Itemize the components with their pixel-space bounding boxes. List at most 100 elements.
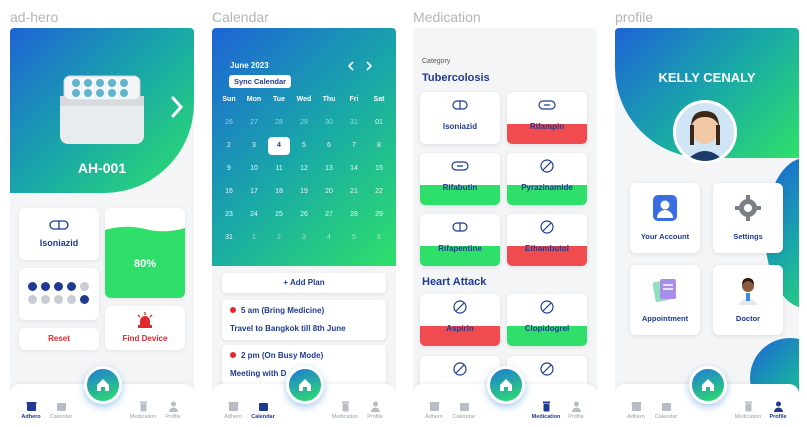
avatar[interactable]: [673, 100, 737, 164]
calendar-day[interactable]: 15: [368, 165, 390, 172]
calendar-day[interactable]: 29: [293, 119, 315, 126]
calendar-day[interactable]: 27: [318, 211, 340, 218]
calendar-day[interactable]: 6: [318, 142, 340, 149]
chevron-left-icon[interactable]: [347, 61, 355, 71]
nav-adhero[interactable]: Adhero: [218, 400, 248, 420]
nav-profile-label: Profile: [568, 414, 584, 420]
calendar-day[interactable]: 22: [368, 188, 390, 195]
calendar-day[interactable]: 31: [343, 119, 365, 126]
nav-profile[interactable]: Profile: [360, 400, 390, 420]
calendar-day[interactable]: 7: [343, 142, 365, 149]
doctor-card[interactable]: Doctor: [713, 265, 783, 335]
nav-calendar[interactable]: Calendar: [449, 400, 479, 420]
medication-card[interactable]: Rifapentine: [420, 214, 500, 266]
calendar-day[interactable]: 14: [343, 165, 365, 172]
nav-profile[interactable]: Profile: [561, 400, 591, 420]
medication-card[interactable]: Rifabutin: [420, 153, 500, 205]
calendar-day[interactable]: 18: [268, 188, 290, 195]
event-time: 5 am (Bring Medicine): [230, 306, 324, 315]
medication-name: Clopidogrel: [524, 324, 570, 333]
nav-calendar[interactable]: Calendar: [651, 400, 681, 420]
calendar-day[interactable]: 11: [268, 165, 290, 172]
calendar-day[interactable]: 10: [243, 165, 265, 172]
calendar-day[interactable]: 25: [268, 211, 290, 218]
medication-card[interactable]: Rifampin: [507, 92, 587, 144]
nav-adhero[interactable]: Adhero: [621, 400, 651, 420]
nav-medication-label: Medication: [531, 414, 561, 420]
calendar-day[interactable]: 5: [343, 234, 365, 241]
nav-profile[interactable]: Profile: [158, 400, 188, 420]
calendar-day[interactable]: 20: [318, 188, 340, 195]
calendar-day[interactable]: 3: [243, 142, 265, 149]
home-button[interactable]: [487, 366, 525, 404]
event-card[interactable]: 5 am (Bring Medicine) Travel to Bangkok …: [222, 300, 386, 340]
calendar-day[interactable]: 23: [218, 211, 240, 218]
calendar-day[interactable]: 17: [243, 188, 265, 195]
calendar-day[interactable]: 6: [368, 234, 390, 241]
nav-calendar[interactable]: Calendar: [248, 400, 278, 420]
calendar-day[interactable]: 26: [218, 119, 240, 126]
calendar-day[interactable]: 5: [293, 142, 315, 149]
nav-medication[interactable]: Medication: [531, 400, 561, 420]
calendar-day[interactable]: 8: [368, 142, 390, 149]
calendar-day[interactable]: 28: [343, 211, 365, 218]
chevron-right-icon[interactable]: [170, 96, 184, 118]
medication-name: Rifapentine: [438, 244, 482, 253]
reset-button[interactable]: Reset: [19, 328, 99, 350]
calendar-day[interactable]: 21: [343, 188, 365, 195]
medication-card[interactable]: Aspirin: [420, 294, 500, 346]
appointment-card[interactable]: Appointment: [630, 265, 700, 335]
pill-dot: [28, 295, 37, 304]
nav-medication-label: Medication: [129, 414, 157, 420]
calendar-day[interactable]: 16: [218, 188, 240, 195]
calendar-day[interactable]: 24: [243, 211, 265, 218]
calendar-day[interactable]: 3: [293, 234, 315, 241]
calendar-day[interactable]: 31: [218, 234, 240, 241]
calendar-day[interactable]: 4: [268, 136, 290, 155]
calendar-day[interactable]: 29: [368, 211, 390, 218]
nav-calendar[interactable]: Calendar: [46, 400, 76, 420]
nav-profile[interactable]: Profile: [763, 400, 793, 420]
add-plan-button[interactable]: + Add Plan: [222, 273, 386, 293]
home-button[interactable]: [286, 366, 324, 404]
calendar-icon: [458, 400, 470, 412]
alarm-light-icon: [137, 312, 153, 328]
medication-name: Isoniazid: [442, 122, 478, 131]
calendar-day[interactable]: 13: [318, 165, 340, 172]
calendar-day[interactable]: 28: [268, 119, 290, 126]
calendar-day[interactable]: 27: [243, 119, 265, 126]
calendar-day[interactable]: 01: [368, 119, 390, 126]
nav-calendar-label: Calendar: [49, 414, 73, 420]
medication-card[interactable]: Clopidogrel: [507, 294, 587, 346]
calendar-day[interactable]: 1: [243, 234, 265, 241]
home-button[interactable]: [689, 366, 727, 404]
nav-adhero[interactable]: Adhero: [419, 400, 449, 420]
sync-calendar-button[interactable]: Sync Calendar: [229, 75, 292, 88]
calendar-day[interactable]: 19: [293, 188, 315, 195]
calendar-day[interactable]: 2: [268, 234, 290, 241]
calendar-day[interactable]: 2: [218, 142, 240, 149]
medicine-card[interactable]: Isoniazid: [19, 208, 99, 260]
event-desc: Travel to Bangkok till 8th June: [230, 324, 346, 333]
calendar-day[interactable]: 9: [218, 165, 240, 172]
find-device-button[interactable]: Find Device: [105, 306, 185, 350]
chevron-right-icon[interactable]: [365, 61, 373, 71]
calendar-day[interactable]: 12: [293, 165, 315, 172]
day-of-week: Mon: [246, 95, 262, 103]
nav-adhero[interactable]: Adhero: [16, 400, 46, 420]
settings-card[interactable]: Settings: [713, 183, 783, 253]
tablet-icon: [451, 161, 469, 171]
nav-medication[interactable]: Medication: [128, 400, 158, 420]
medication-card[interactable]: Pyrazinamide: [507, 153, 587, 205]
capsule-icon: [49, 220, 69, 230]
nav-medication[interactable]: Medication: [733, 400, 763, 420]
medication-screen: Category Tubercolosis Isoniazid Rifampin R…: [413, 28, 597, 424]
home-button[interactable]: [84, 366, 122, 404]
your-account-card[interactable]: Your Account: [630, 183, 700, 253]
medication-card[interactable]: Ethambutol: [507, 214, 587, 266]
calendar-day[interactable]: 4: [318, 234, 340, 241]
medication-card[interactable]: Isoniazid: [420, 92, 500, 144]
nav-medication[interactable]: Medication: [330, 400, 360, 420]
calendar-day[interactable]: 30: [318, 119, 340, 126]
calendar-day[interactable]: 26: [293, 211, 315, 218]
